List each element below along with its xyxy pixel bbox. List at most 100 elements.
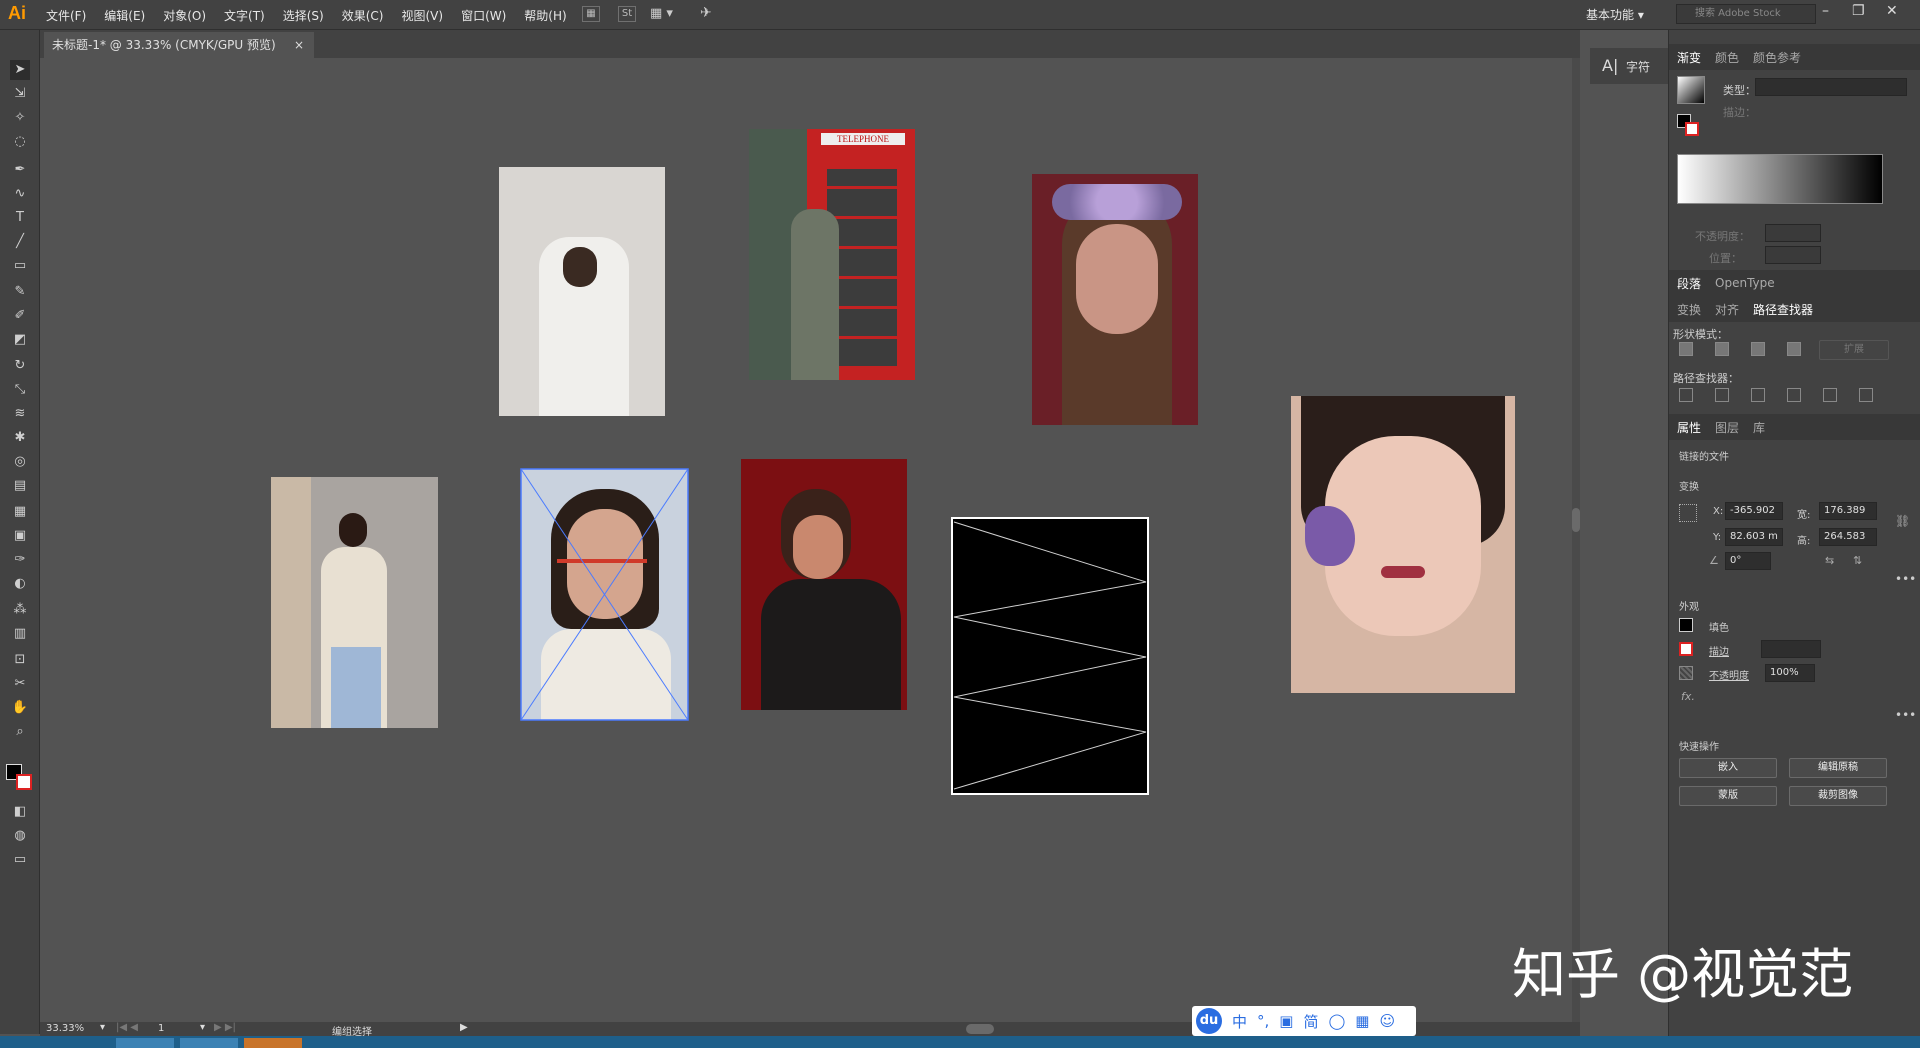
artboard-tool-icon[interactable]: ⊡: [10, 650, 30, 670]
ime-grid-icon[interactable]: ▦: [1355, 1012, 1369, 1030]
menu-help[interactable]: 帮助(H): [524, 7, 566, 24]
appearance-more-icon[interactable]: •••: [1895, 708, 1916, 722]
taskbar-item[interactable]: [180, 1038, 238, 1048]
next-artboard-icon[interactable]: ▶ ▶|: [214, 1022, 236, 1033]
stock-search-input[interactable]: 搜索 Adobe Stock: [1676, 4, 1816, 24]
menu-view[interactable]: 视图(V): [401, 7, 443, 24]
eraser-tool-icon[interactable]: ◩: [10, 330, 30, 350]
menu-window[interactable]: 窗口(W): [461, 7, 506, 24]
ime-user-icon[interactable]: ◯: [1329, 1012, 1346, 1030]
outline-icon[interactable]: [1823, 388, 1837, 402]
more-options-icon[interactable]: •••: [1895, 572, 1916, 586]
shaper-tool-icon[interactable]: ✐: [10, 306, 30, 326]
slice-tool-icon[interactable]: ✂: [10, 674, 30, 694]
expand-button[interactable]: 扩展: [1819, 340, 1889, 360]
minus-back-icon[interactable]: [1859, 388, 1873, 402]
opacity-field[interactable]: 100%: [1765, 664, 1815, 682]
menu-object[interactable]: 对象(O): [163, 7, 206, 24]
minimize-icon[interactable]: –: [1822, 3, 1829, 19]
artboard-canvas[interactable]: TELEPHONE: [40, 58, 1580, 1022]
y-field[interactable]: 82.603 m: [1725, 528, 1783, 546]
restore-icon[interactable]: ❐: [1852, 3, 1865, 19]
crop-image-button[interactable]: 裁剪图像: [1789, 786, 1887, 806]
tab-color[interactable]: 颜色: [1715, 49, 1739, 66]
tab-transform[interactable]: 变换: [1677, 301, 1701, 318]
gradient-swatch[interactable]: [1677, 76, 1705, 104]
unite-icon[interactable]: [1679, 342, 1693, 356]
merge-icon[interactable]: [1751, 388, 1765, 402]
shape-builder-tool-icon[interactable]: ◎: [10, 452, 30, 472]
tab-properties[interactable]: 属性: [1677, 419, 1701, 436]
menu-effect[interactable]: 效果(C): [342, 7, 384, 24]
horizontal-scroll-thumb[interactable]: [966, 1024, 994, 1034]
reference-point-icon[interactable]: [1679, 504, 1697, 522]
first-artboard-icon[interactable]: |◀ ◀: [116, 1022, 138, 1033]
photo-butterfly-girl[interactable]: [1291, 396, 1515, 693]
stock-button[interactable]: St: [618, 6, 636, 22]
blend-tool-icon[interactable]: ◐: [10, 574, 30, 594]
curvature-tool-icon[interactable]: ∿: [10, 184, 30, 204]
vertical-scroll-thumb[interactable]: [1572, 508, 1580, 532]
perspective-grid-tool-icon[interactable]: ▤: [10, 476, 30, 496]
h-field[interactable]: 264.583: [1819, 528, 1877, 546]
exclude-icon[interactable]: [1787, 342, 1801, 356]
draw-mode-icon[interactable]: ◍: [10, 826, 30, 846]
artboard-number-field[interactable]: 1: [158, 1023, 164, 1034]
ime-simplified[interactable]: 简: [1303, 1011, 1318, 1032]
photo-jacket-girl[interactable]: [271, 477, 438, 728]
gradient-tool-icon[interactable]: ▣: [10, 526, 30, 546]
menu-type[interactable]: 文字(T): [224, 7, 265, 24]
flip-horizontal-icon[interactable]: ⇆: [1825, 554, 1834, 567]
rectangle-tool-icon[interactable]: ▭: [10, 256, 30, 276]
paintbrush-tool-icon[interactable]: ✎: [10, 282, 30, 302]
taskbar-item-illustrator[interactable]: [244, 1038, 302, 1048]
taskbar-item[interactable]: [116, 1038, 174, 1048]
gradient-stroke-square[interactable]: [1685, 122, 1699, 136]
ime-toolbox-icon[interactable]: ▣: [1279, 1012, 1293, 1030]
column-graph-tool-icon[interactable]: ▥: [10, 624, 30, 644]
menu-file[interactable]: 文件(F): [46, 7, 86, 24]
fill-color-swatch[interactable]: [1679, 618, 1693, 632]
zoom-tool-icon[interactable]: ⌕: [10, 722, 30, 742]
bridge-icon[interactable]: ▦: [582, 6, 600, 22]
tab-pathfinder[interactable]: 路径查找器: [1753, 301, 1813, 318]
gradient-opacity-field[interactable]: [1765, 224, 1821, 242]
selection-tool-icon[interactable]: ➤: [10, 60, 30, 80]
close-icon[interactable]: ✕: [1886, 3, 1898, 19]
gradient-position-field[interactable]: [1765, 246, 1821, 264]
zoom-field[interactable]: 33.33%: [46, 1023, 96, 1034]
angle-field[interactable]: 0°: [1725, 552, 1771, 570]
w-field[interactable]: 176.389: [1819, 502, 1877, 520]
tab-color-guide[interactable]: 颜色参考: [1753, 49, 1801, 66]
symbol-sprayer-tool-icon[interactable]: ⁂: [10, 600, 30, 620]
menu-edit[interactable]: 编辑(E): [104, 7, 145, 24]
stroke-color-swatch[interactable]: [1679, 642, 1693, 656]
photo-telephone-booth[interactable]: TELEPHONE: [749, 129, 915, 380]
stroke-label[interactable]: 描边: [1709, 643, 1729, 658]
eyedropper-tool-icon[interactable]: ✑: [10, 550, 30, 570]
stroke-weight-field[interactable]: [1761, 640, 1821, 658]
ime-logo[interactable]: du: [1196, 1008, 1222, 1034]
minus-front-icon[interactable]: [1715, 342, 1729, 356]
gradient-type-select[interactable]: [1755, 78, 1907, 96]
ime-punctuation[interactable]: °,: [1257, 1012, 1269, 1030]
intersect-icon[interactable]: [1751, 342, 1765, 356]
tab-align[interactable]: 对齐: [1715, 301, 1739, 318]
trim-icon[interactable]: [1715, 388, 1729, 402]
warp-tool-icon[interactable]: ≋: [10, 404, 30, 424]
stroke-swatch[interactable]: [16, 774, 32, 790]
document-tab[interactable]: 未标题-1* @ 33.33% (CMYK/GPU 预览) ×: [44, 32, 314, 58]
tab-gradient[interactable]: 渐变: [1677, 49, 1701, 66]
line-tool-icon[interactable]: ╱: [10, 232, 30, 252]
mask-button[interactable]: 蒙版: [1679, 786, 1777, 806]
screen-mode-icon[interactable]: ▭: [10, 850, 30, 870]
scale-tool-icon[interactable]: ⤡: [10, 380, 30, 400]
ime-emoji-icon[interactable]: ☺: [1379, 1012, 1395, 1030]
arrange-documents-icon[interactable]: ▦ ▾: [650, 6, 673, 21]
crop-icon[interactable]: [1787, 388, 1801, 402]
pen-tool-icon[interactable]: ✒: [10, 160, 30, 180]
workspace-switcher[interactable]: 基本功能 ▾: [1586, 6, 1644, 23]
document-tab-close-icon[interactable]: ×: [294, 32, 304, 58]
lasso-tool-icon[interactable]: ◌: [10, 132, 30, 152]
color-mode-icon[interactable]: ◧: [10, 802, 30, 822]
